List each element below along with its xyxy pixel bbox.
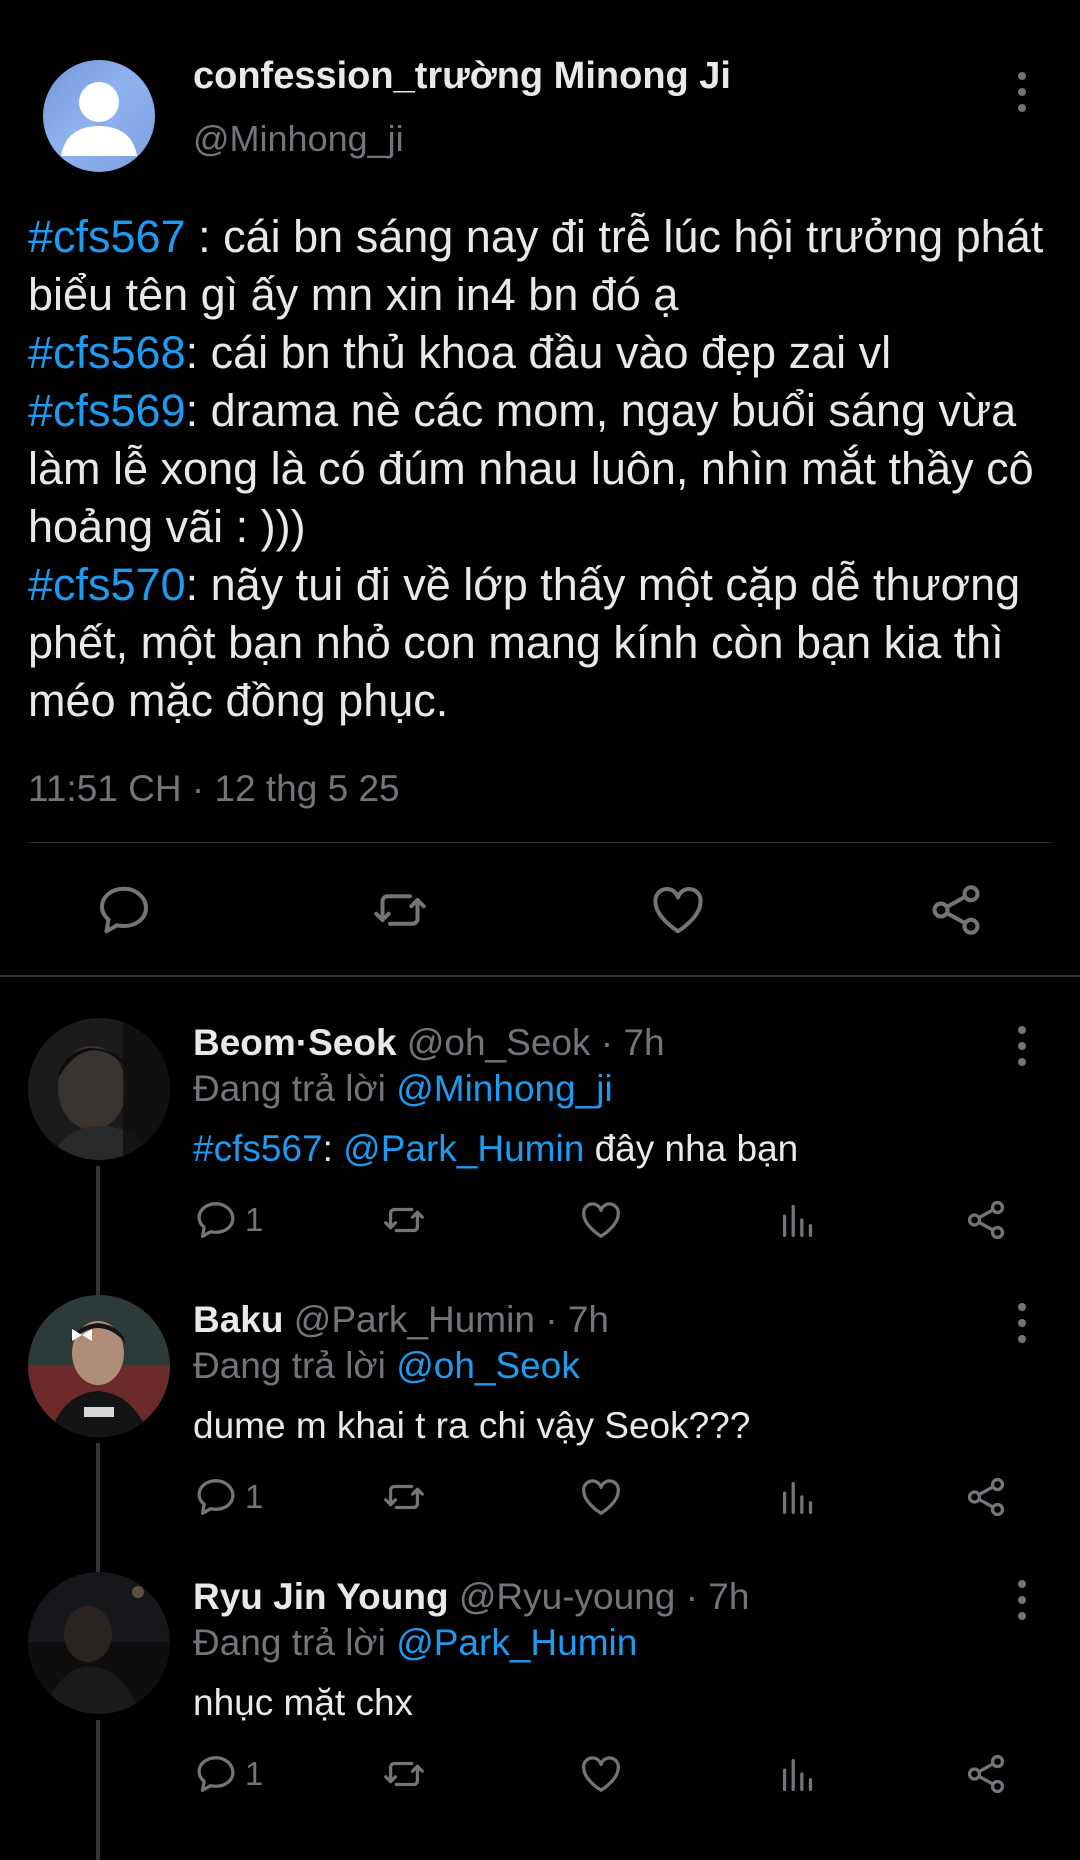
thread-line <box>96 1720 100 1860</box>
like-icon[interactable] <box>578 1750 624 1798</box>
comment-icon <box>197 1479 235 1515</box>
like-icon[interactable] <box>578 1473 624 1521</box>
more-options-icon[interactable] <box>1010 72 1034 112</box>
replying-to: Đang trả lời @Minhong_ji <box>193 1068 613 1110</box>
tweet-line-text: : cái bn thủ khoa đầu vào đẹp zai vl <box>185 327 892 378</box>
user-handle[interactable]: @Park_Humin <box>294 1299 535 1340</box>
share-icon[interactable] <box>963 1196 1009 1244</box>
user-handle[interactable]: @Ryu-young <box>459 1576 676 1617</box>
reply-text-body: đây nha bạn <box>584 1128 799 1169</box>
display-name[interactable]: Ryu Jin Young <box>193 1576 449 1617</box>
reply-action-bar: 1 <box>193 1473 1033 1533</box>
reply-action-bar: 1 <box>193 1750 1033 1810</box>
reply-time: · 7h <box>545 1299 609 1340</box>
mention-link[interactable]: @Park_Humin <box>343 1128 584 1169</box>
reply-action-bar: 1 <box>193 1196 1033 1256</box>
reply-time: · 7h <box>600 1022 665 1063</box>
hashtag-link[interactable]: #cfs569 <box>28 385 186 436</box>
retweet-icon[interactable] <box>381 1196 427 1244</box>
user-handle[interactable]: @oh_Seok <box>407 1022 591 1063</box>
hashtag-link[interactable]: #cfs567 <box>28 211 186 262</box>
more-options-icon[interactable] <box>1010 1580 1034 1620</box>
reply-time: · 7h <box>685 1576 750 1617</box>
share-icon[interactable] <box>963 1750 1009 1798</box>
comment-button[interactable]: 1 <box>193 1473 263 1521</box>
thread-line <box>96 1443 100 1583</box>
comment-button[interactable]: 1 <box>193 1196 263 1244</box>
retweet-icon[interactable] <box>381 1473 427 1521</box>
comment-button[interactable]: 1 <box>193 1750 263 1798</box>
reply-tweet[interactable]: Ryu Jin Young @Ryu-young · 7h Đang trả l… <box>0 1572 1080 1860</box>
display-name[interactable]: Baku <box>193 1299 283 1340</box>
like-icon[interactable] <box>648 880 708 940</box>
reply-header: Beom·Seok @oh_Seok · 7h <box>193 1022 665 1064</box>
divider <box>28 842 1052 843</box>
user-handle[interactable]: @Minhong_ji <box>193 118 404 160</box>
reply-text: dume m khai t ra chi vậy Seok??? <box>193 1405 751 1446</box>
tweet-line: #cfs569: drama nè các mom, ngay buổi sán… <box>28 382 1058 556</box>
reply-count: 1 <box>245 1201 264 1238</box>
analytics-icon[interactable] <box>775 1196 821 1244</box>
retweet-icon[interactable] <box>381 1750 427 1798</box>
replying-label: Đang trả lời <box>193 1622 397 1663</box>
thread-line <box>96 1166 100 1306</box>
avatar[interactable] <box>43 60 155 172</box>
mention-link[interactable]: @Park_Humin <box>396 1622 637 1663</box>
reply-header: Ryu Jin Young @Ryu-young · 7h <box>193 1576 749 1618</box>
tweet-text: #cfs567 : cái bn sáng nay đi trễ lúc hội… <box>28 208 1058 730</box>
reply-tweet[interactable]: Beom·Seok @oh_Seok · 7h Đang trả lời @Mi… <box>0 1018 1080 1306</box>
retweet-icon[interactable] <box>370 880 430 940</box>
reply-text: nhục mặt chx <box>193 1682 414 1723</box>
reply-text-sep: : <box>322 1128 344 1169</box>
replying-to: Đang trả lời @oh_Seok <box>193 1345 580 1387</box>
hashtag-link[interactable]: #cfs567 <box>193 1128 323 1169</box>
reply-count: 1 <box>245 1755 264 1792</box>
reply-tweet[interactable]: Baku @Park_Humin · 7h Đang trả lời @oh_S… <box>0 1295 1080 1583</box>
replying-label: Đang trả lời <box>193 1345 397 1386</box>
hashtag-link[interactable]: #cfs568 <box>28 327 186 378</box>
mention-link[interactable]: @oh_Seok <box>396 1345 580 1386</box>
avatar[interactable] <box>28 1295 170 1437</box>
tweet-header: confession_trường Minong Ji @Minhong_ji <box>0 0 1080 190</box>
comment-icon[interactable] <box>94 880 154 940</box>
tweet-line: #cfs570: nãy tui đi về lớp thấy một cặp … <box>28 556 1058 730</box>
comment-icon <box>197 1202 235 1238</box>
default-user-icon <box>61 82 137 156</box>
reply-header: Baku @Park_Humin · 7h <box>193 1299 609 1341</box>
hashtag-link[interactable]: #cfs570 <box>28 559 186 610</box>
share-icon[interactable] <box>963 1473 1009 1521</box>
avatar[interactable] <box>28 1572 170 1714</box>
avatar[interactable] <box>28 1018 170 1160</box>
divider <box>0 975 1080 977</box>
replying-to: Đang trả lời @Park_Humin <box>193 1622 637 1664</box>
tweet-line: #cfs568: cái bn thủ khoa đầu vào đẹp zai… <box>28 324 1058 382</box>
tweet-action-bar <box>0 870 1080 950</box>
replying-label: Đang trả lời <box>193 1068 397 1109</box>
tweet-timestamp[interactable]: 11:51 CH · 12 thg 5 25 <box>28 768 400 810</box>
reply-text: #cfs567: @Park_Humin đây nha bạn <box>193 1128 798 1170</box>
like-icon[interactable] <box>578 1196 624 1244</box>
tweet-line: #cfs567 : cái bn sáng nay đi trễ lúc hội… <box>28 208 1058 324</box>
mention-link[interactable]: @Minhong_ji <box>396 1068 613 1109</box>
comment-icon <box>197 1756 235 1792</box>
display-name[interactable]: Beom·Seok <box>193 1022 397 1063</box>
reply-count: 1 <box>245 1478 264 1515</box>
share-icon[interactable] <box>926 880 986 940</box>
display-name[interactable]: confession_trường Minong Ji <box>193 55 731 98</box>
more-options-icon[interactable] <box>1010 1303 1034 1343</box>
more-options-icon[interactable] <box>1010 1026 1034 1066</box>
analytics-icon[interactable] <box>775 1750 821 1798</box>
analytics-icon[interactable] <box>775 1473 821 1521</box>
